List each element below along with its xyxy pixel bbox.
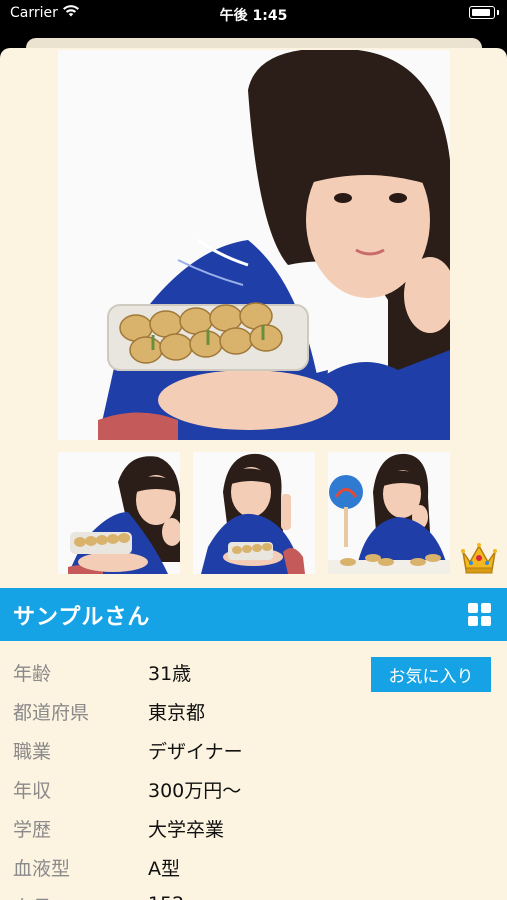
battery-icon xyxy=(469,6,495,19)
status-time: 午後 1:45 xyxy=(219,8,288,24)
row-value: 31歳 xyxy=(148,663,192,685)
row-value: 東京都 xyxy=(148,702,206,724)
row-value: 大学卒業 xyxy=(148,819,225,841)
row-label: 職業 xyxy=(13,741,52,763)
main-profile-photo[interactable] xyxy=(58,50,450,440)
thumbnail-photo-3[interactable] xyxy=(328,452,450,574)
row-label: 都道府県 xyxy=(13,702,90,724)
row-value: A型 xyxy=(148,858,180,880)
crown-icon xyxy=(461,543,497,574)
grid-icon[interactable] xyxy=(468,603,492,627)
profile-row-education: 学歴 大学卒業 xyxy=(0,809,507,848)
profile-row-prefecture: 都道府県 東京都 xyxy=(0,692,507,731)
row-label: 年収 xyxy=(13,780,52,802)
status-bar: Carrier 午後 1:45 xyxy=(0,0,507,30)
row-label: 学歴 xyxy=(13,819,52,841)
row-label: 身長 xyxy=(13,893,51,900)
thumbnail-photo-2[interactable] xyxy=(193,452,315,574)
row-value: 300万円～ xyxy=(148,780,242,802)
row-label: 年齢 xyxy=(13,663,52,685)
screen: Carrier 午後 1:45 サンプルさん 年齢 31歳 都道府県 東京都 職… xyxy=(0,0,507,900)
profile-row-height: 身長 152 xyxy=(0,887,507,900)
profile-name-bar: サンプルさん xyxy=(0,588,507,641)
row-value: デザイナー xyxy=(148,741,243,763)
profile-sheet: サンプルさん 年齢 31歳 都道府県 東京都 職業 デザイナー 年収 300万円… xyxy=(0,48,507,900)
profile-name: サンプルさん xyxy=(13,605,151,630)
profile-row-blood-type: 血液型 A型 xyxy=(0,848,507,887)
favorite-button[interactable]: お気に入り xyxy=(371,657,491,692)
row-label: 血液型 xyxy=(13,858,71,880)
thumbnail-photo-1[interactable] xyxy=(58,452,180,574)
photo-thumbnails xyxy=(58,452,450,574)
profile-row-occupation: 職業 デザイナー xyxy=(0,731,507,770)
row-value: 152 xyxy=(148,893,184,900)
profile-row-income: 年収 300万円～ xyxy=(0,770,507,809)
